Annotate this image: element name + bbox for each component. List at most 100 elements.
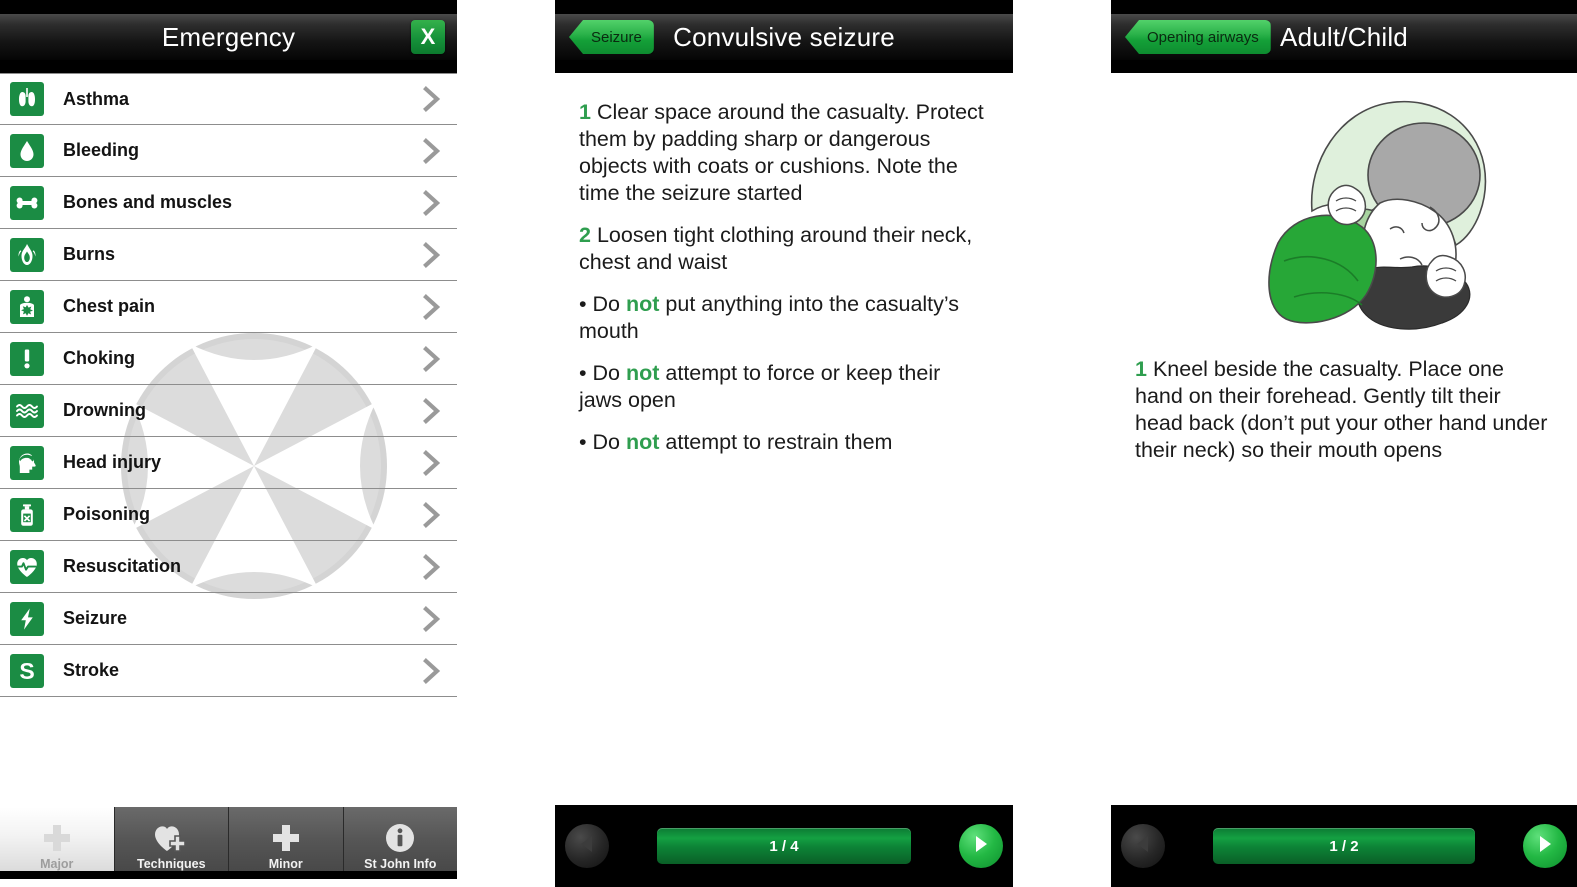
list-item-label: Choking <box>63 348 135 368</box>
waves-icon <box>10 393 44 428</box>
previous-page-button[interactable] <box>565 824 609 868</box>
close-icon: X <box>420 24 436 49</box>
list-item[interactable]: Bleeding <box>0 125 457 177</box>
page-counter[interactable]: 1 / 2 <box>1213 828 1475 864</box>
list-item[interactable]: Drowning <box>0 385 457 437</box>
step-text: Loosen tight clothing around their neck,… <box>579 223 973 274</box>
flame-icon <box>10 237 44 272</box>
list-item[interactable]: Head injury <box>0 437 457 489</box>
chest-pain-icon <box>10 289 44 324</box>
step-bullet: • Do not attempt to restrain them <box>579 429 989 456</box>
next-page-button[interactable] <box>959 824 1003 868</box>
title-bar-adult-child: Opening airways Adult/Child <box>1111 14 1577 60</box>
head-bandage-icon <box>10 445 44 480</box>
list-item[interactable]: Choking <box>0 333 457 385</box>
tab-major[interactable]: Major <box>0 807 114 879</box>
triangle-left-icon <box>576 833 598 860</box>
list-item-label: Asthma <box>63 88 130 109</box>
heart-pulse-icon <box>10 549 44 584</box>
step-bullet: • Do not put anything into the casualty’… <box>579 291 989 345</box>
step-number: 1 <box>1135 357 1147 381</box>
list-item-label: Stroke <box>63 660 120 680</box>
step-text: Kneel beside the casualty. Place one han… <box>1135 357 1548 462</box>
bullet-glyph: • <box>579 292 587 316</box>
bullet-emphasis: not <box>625 292 660 316</box>
list-item[interactable]: Poisoning <box>0 489 457 541</box>
chevron-right-icon <box>423 345 441 372</box>
chevron-right-icon <box>423 397 441 424</box>
pager-bar: 1 / 4 <box>555 805 1013 887</box>
chevron-right-icon <box>423 293 441 320</box>
step-bullet: • Do not attempt to force or keep their … <box>579 360 989 414</box>
tab-st-john-info[interactable]: St John Info <box>342 807 457 879</box>
tab-label: Techniques <box>136 857 206 871</box>
page-counter[interactable]: 1 / 4 <box>657 828 911 864</box>
list-item-label: Poisoning <box>63 504 150 524</box>
chevron-right-icon <box>423 189 441 216</box>
lungs-icon <box>10 82 44 116</box>
head-tilt-chin-lift-illustration <box>1268 100 1487 330</box>
panel-convulsive-seizure: Seizure Convulsive seizure 1 Clear space… <box>555 0 1013 887</box>
svg-text:S: S <box>19 658 34 684</box>
list-item-label: Chest pain <box>63 296 156 316</box>
bullet-lead: Do <box>592 292 620 316</box>
bone-icon <box>10 185 44 220</box>
bullet-glyph: • <box>579 430 587 454</box>
back-button[interactable]: Seizure <box>569 20 654 54</box>
letter-s-icon: S <box>10 653 44 688</box>
list-item[interactable]: Seizure <box>0 593 457 645</box>
status-bar <box>555 0 1013 14</box>
page-counter-label: 1 / 4 <box>769 837 799 855</box>
title-bar-convulsive-seizure: Seizure Convulsive seizure <box>555 14 1013 60</box>
list-item[interactable]: Bones and muscles <box>0 177 457 229</box>
tab-minor[interactable]: Minor <box>228 807 343 879</box>
airway-steps: 1 Kneel beside the casualty. Place one h… <box>1111 338 1577 464</box>
next-page-button[interactable] <box>1523 824 1567 868</box>
emergency-list: Asthma Bleeding Bones and muscles Burns … <box>0 73 457 697</box>
chevron-right-icon <box>423 241 441 268</box>
exclamation-icon <box>10 341 44 376</box>
list-item-label: Seizure <box>63 608 128 628</box>
list-item[interactable]: S Stroke <box>0 645 457 697</box>
list-item-label: Burns <box>63 244 116 264</box>
previous-page-button[interactable] <box>1121 824 1165 868</box>
pager-bar: 1 / 2 <box>1111 805 1577 887</box>
bullet-lead: Do <box>592 361 620 385</box>
list-item-label: Bones and muscles <box>63 192 233 212</box>
triangle-left-icon <box>1132 833 1154 860</box>
list-item[interactable]: Resuscitation <box>0 541 457 593</box>
list-item-label: Bleeding <box>63 140 140 160</box>
chevron-right-icon <box>423 657 441 684</box>
tab-label: Minor <box>268 857 303 871</box>
chevron-right-icon <box>423 86 441 112</box>
poison-bottle-icon <box>10 497 44 532</box>
page-title: Convulsive seizure <box>673 21 895 52</box>
plus-icon <box>40 821 74 855</box>
bullet-lead: Do <box>592 430 620 454</box>
panel-adult-child-airway: Opening airways Adult/Child 1 Kneel besi… <box>1111 0 1577 887</box>
bullet-text: attempt to restrain them <box>665 430 893 454</box>
triangle-right-icon <box>1534 833 1556 860</box>
close-button[interactable]: X <box>411 20 445 54</box>
page-title: Adult/Child <box>1280 21 1408 52</box>
back-button[interactable]: Opening airways <box>1125 20 1271 54</box>
list-item-label: Drowning <box>63 400 146 420</box>
list-item[interactable]: Asthma <box>0 73 457 125</box>
step-numbered: 1 Kneel beside the casualty. Place one h… <box>1135 356 1553 464</box>
tab-label: Major <box>40 857 74 871</box>
list-item[interactable]: Burns <box>0 229 457 281</box>
step-number: 1 <box>579 100 591 124</box>
title-bar-emergency: Emergency X <box>0 14 457 60</box>
list-item-label: Head injury <box>63 452 162 472</box>
chevron-right-icon <box>423 501 441 528</box>
page-title: Emergency <box>161 21 296 52</box>
back-button-label: Opening airways <box>1147 28 1259 46</box>
tab-techniques[interactable]: Techniques <box>113 807 228 879</box>
chevron-right-icon <box>423 137 441 164</box>
status-bar <box>1111 0 1577 14</box>
blood-drop-icon <box>10 133 44 168</box>
list-container: Asthma Bleeding Bones and muscles Burns … <box>0 73 457 747</box>
list-item[interactable]: Chest pain <box>0 281 457 333</box>
tab-bar-footer <box>0 871 457 879</box>
screenshot-stage: Emergency X Asthma Bleeding Bones and mu… <box>0 0 1577 887</box>
